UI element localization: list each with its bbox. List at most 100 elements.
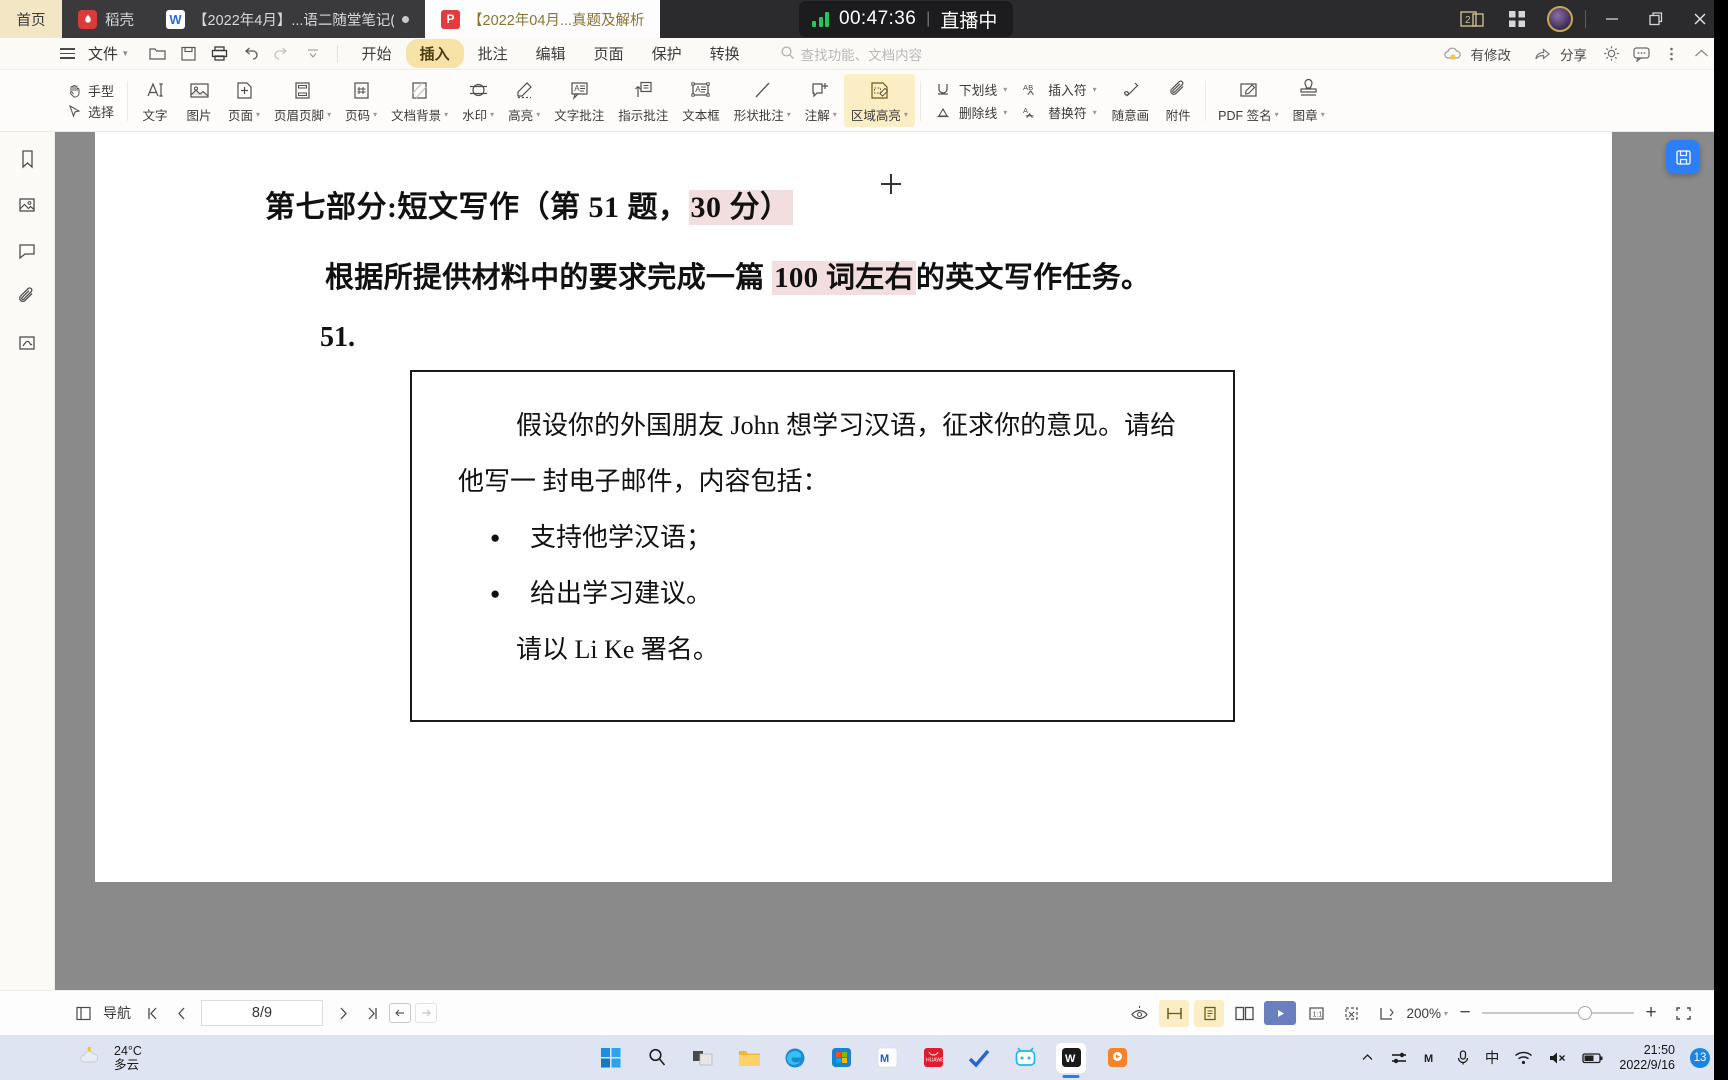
hand-mode-button[interactable]: 手型 [66, 81, 114, 100]
navigation-button[interactable]: 导航 [14, 1001, 139, 1025]
eye-view-mode-button[interactable] [1124, 1000, 1154, 1027]
zoom-level-button[interactable]: 200% ▾ [1406, 1006, 1448, 1021]
tab-convert[interactable]: 转换 [696, 39, 754, 68]
zoom-out-button[interactable]: − [1453, 1002, 1477, 1024]
grid-view-icon[interactable] [1495, 0, 1539, 38]
tab-start[interactable]: 开始 [348, 39, 406, 68]
bookmark-icon[interactable] [10, 144, 44, 174]
insert-text-button[interactable]: 文字 [133, 74, 177, 127]
redo-icon[interactable] [268, 42, 296, 66]
dual-screen-icon[interactable]: 2 [1451, 0, 1495, 38]
fit-visible-button[interactable] [1371, 1000, 1401, 1027]
todo-icon[interactable] [964, 1043, 994, 1073]
weather-widget[interactable]: 24°C 多云 [0, 1043, 142, 1072]
single-page-button[interactable] [1194, 999, 1225, 1027]
replace-button[interactable]: A 替换符 ▾ [1023, 103, 1096, 122]
tab-insert[interactable]: 插入 [405, 39, 464, 68]
thumbnail-icon[interactable] [10, 190, 44, 220]
forward-view-button[interactable] [415, 1003, 437, 1023]
page-number-button[interactable]: 页码 ▾ [338, 74, 384, 127]
tab-page[interactable]: 页面 [580, 39, 638, 68]
tab-docer[interactable]: 稻壳 [62, 0, 150, 38]
attachment-button[interactable]: 附件 [1156, 74, 1200, 127]
actual-size-button[interactable]: 1:1 [1301, 1000, 1331, 1027]
highlight-button[interactable]: 高亮 ▾ [501, 74, 547, 127]
comment-bubble-icon[interactable] [10, 236, 44, 266]
volume-mute-icon[interactable] [1548, 1050, 1567, 1066]
note-button[interactable]: 注解 ▾ [798, 74, 844, 127]
pdf-sign-button[interactable]: PDF 签名 ▾ [1211, 74, 1286, 127]
huawei-icon[interactable]: HUAWEI [918, 1043, 948, 1073]
doc-background-button[interactable]: 文档背景 ▾ [384, 74, 455, 127]
play-presentation-button[interactable] [1264, 1001, 1297, 1025]
fit-width-button[interactable] [1159, 999, 1190, 1027]
menu-hamburger-icon[interactable] [60, 48, 75, 59]
more-vertical-icon[interactable] [1658, 42, 1684, 66]
double-page-button[interactable] [1229, 1000, 1259, 1027]
ime-chinese-icon[interactable]: 中 [1485, 1047, 1500, 1068]
file-menu-button[interactable]: 文件 ▾ [82, 40, 134, 67]
file-explorer-icon[interactable] [734, 1043, 764, 1073]
header-footer-button[interactable]: 页眉页脚 ▾ [267, 74, 338, 127]
select-mode-button[interactable]: 选择 [66, 102, 114, 121]
battery-charging-icon[interactable] [1582, 1051, 1604, 1065]
windows-start-icon[interactable] [596, 1043, 626, 1073]
underline-button[interactable]: 下划线 ▾ [934, 80, 1007, 99]
collapse-ribbon-icon[interactable] [1688, 42, 1714, 66]
next-page-button[interactable] [329, 1000, 357, 1026]
share-button[interactable]: 分享 [1522, 39, 1594, 69]
zoom-slider-knob[interactable] [1578, 1006, 1592, 1020]
microsoft-store-icon[interactable] [826, 1043, 856, 1073]
wifi-icon[interactable] [1514, 1050, 1533, 1066]
shape-annotation-button[interactable]: 形状批注 ▾ [727, 74, 798, 127]
pointer-annotation-button[interactable]: 指示批注 [611, 74, 675, 127]
strikethrough-button[interactable]: 删除线 ▾ [934, 103, 1007, 122]
tab-edit[interactable]: 编辑 [522, 39, 580, 68]
cloud-status-button[interactable]: 有修改 [1433, 39, 1519, 69]
wps-icon[interactable]: W [1056, 1042, 1086, 1073]
zoom-slider[interactable] [1482, 1005, 1634, 1021]
insert-page-button[interactable]: 页面 ▾ [221, 74, 267, 127]
first-page-button[interactable] [139, 1000, 167, 1026]
restore-button[interactable] [1634, 0, 1678, 38]
avatar[interactable] [1547, 6, 1573, 32]
live-stream-badge[interactable]: 00:47:36 | 直播中 [799, 1, 1014, 37]
text-annotation-button[interactable]: A 文字批注 [547, 74, 611, 127]
back-view-button[interactable] [389, 1003, 411, 1023]
fit-page-button[interactable] [1336, 1000, 1366, 1027]
insert-image-button[interactable]: 图片 [177, 74, 221, 127]
area-highlight-button[interactable]: 区域高亮 ▾ [843, 74, 915, 127]
save-to-cloud-button[interactable] [1666, 140, 1700, 174]
freehand-button[interactable]: 随意画 [1105, 74, 1157, 127]
page-number-input[interactable]: 8/9 [201, 1000, 323, 1026]
stamp-button[interactable]: 图章 ▾ [1286, 74, 1332, 127]
tab-pdf-exam[interactable]: P 【2022年04月...真题及解析 [425, 0, 661, 38]
task-view-icon[interactable] [688, 1043, 718, 1073]
mindmaster-icon[interactable]: M [872, 1043, 902, 1073]
bilibili-icon[interactable] [1010, 1043, 1040, 1073]
last-page-button[interactable] [357, 1000, 385, 1026]
textbox-button[interactable]: A 文本框 [675, 74, 727, 127]
pdf-page[interactable]: 第七部分:短文写作（第 51 题，30 分） 根据所提供材料中的要求完成一篇 1… [95, 132, 1612, 882]
gear-icon[interactable] [1598, 42, 1624, 66]
save-icon[interactable] [175, 42, 203, 66]
edge-icon[interactable] [780, 1043, 810, 1073]
quick-access-more-icon[interactable] [299, 42, 327, 66]
signature-icon[interactable] [10, 328, 44, 358]
notification-badge[interactable]: 13 [1690, 1047, 1710, 1068]
taskbar-clock[interactable]: 21:50 2022/9/16 [1619, 1043, 1675, 1073]
tab-home[interactable]: 首页 [0, 0, 62, 38]
search-box[interactable]: 查找功能、文档内容 [780, 44, 922, 64]
microphone-icon[interactable] [1456, 1049, 1470, 1066]
settings-sliders-icon[interactable] [1390, 1050, 1408, 1066]
watermark-button[interactable]: 水印 ▾ [455, 74, 501, 127]
zoom-in-button[interactable]: + [1639, 1002, 1663, 1024]
undo-icon[interactable] [237, 42, 265, 66]
print-icon[interactable] [206, 42, 234, 66]
tab-protect[interactable]: 保护 [638, 39, 696, 68]
live-app-icon[interactable] [1102, 1043, 1132, 1073]
mindmaster-tray-icon[interactable]: M [1423, 1050, 1441, 1066]
comment-icon[interactable] [1628, 42, 1654, 66]
attachment-clip-icon[interactable] [10, 282, 44, 312]
chevron-up-icon[interactable] [1360, 1050, 1375, 1065]
